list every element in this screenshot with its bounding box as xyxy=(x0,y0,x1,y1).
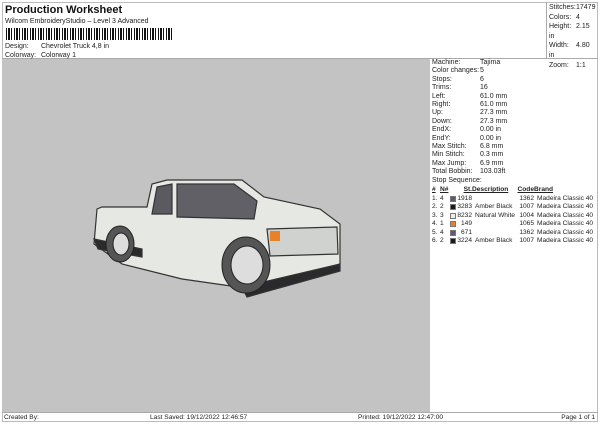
column-header: N# xyxy=(440,186,449,194)
stop-row: 5. 4 671 1362 Madeira Classic 40 xyxy=(432,228,594,236)
detail-row: Stops: 6 xyxy=(432,75,484,83)
detail-row: Machine: Tajima xyxy=(432,59,501,66)
detail-row: Min Stitch: 0.3 mm xyxy=(432,151,504,159)
summary-stats: Stitches:17479 Colors: 4 Height: 2.15 in Widt… xyxy=(546,2,598,69)
truck-embroidery-image xyxy=(93,179,341,298)
color-swatch xyxy=(450,212,456,219)
stop-row: 4. 1 149 1065 Madeira Classic 40 xyxy=(432,220,594,228)
page-title: Production Worksheet xyxy=(5,4,123,16)
detail-row: Max Jump: 6.9 mm xyxy=(432,159,504,167)
color-swatch xyxy=(450,204,456,211)
column-header: St. xyxy=(463,186,472,194)
column-header: Brand xyxy=(534,186,554,194)
column-header: Code xyxy=(517,186,534,194)
color-swatch xyxy=(450,221,456,228)
colorway-row: Colorway: Colorway 1 xyxy=(5,52,76,59)
stop-row: 3. 3 8232 Natural White 1004 Madeira Class… xyxy=(432,211,594,219)
worksheet-header: Production Worksheet Wilcom EmbroiderySt… xyxy=(2,2,546,59)
color-swatch xyxy=(450,238,456,245)
page-number: Page 1 of 1 xyxy=(561,414,595,421)
color-swatch xyxy=(450,195,456,202)
stop-sequence-label: Stop Sequence: xyxy=(432,176,482,184)
detail-row: Total Bobbin: 103.03ft xyxy=(432,168,506,176)
column-header: # xyxy=(432,186,436,194)
detail-row: EndY: 0.00 in xyxy=(432,134,502,142)
barcode xyxy=(6,28,172,40)
design-details-panel: Machine: Tajima Color changes:5 Stops: 6 Trim… xyxy=(430,59,598,412)
detail-row: Color changes:5 xyxy=(432,67,484,75)
stat-row: Height: 2.15 in xyxy=(549,23,590,40)
last-saved: Last Saved: 19/12/2022 12:46:57 xyxy=(150,414,248,421)
detail-row: Max Stitch: 6.8 mm xyxy=(432,143,504,151)
front-wheel xyxy=(221,236,271,294)
detail-row: Down: 27.3 mm xyxy=(432,117,508,125)
footer: Created By: Last Saved: 19/12/2022 12:46… xyxy=(2,412,598,422)
stop-row: 6. 2 3224 Amber Black 1007 Madeira Classic… xyxy=(432,237,594,245)
detail-row: Right: 61.0 mm xyxy=(432,101,508,109)
machine-details: Machine: Tajima Color changes:5 Stops: 6 Trim… xyxy=(432,59,596,177)
detail-row: Trims: 16 xyxy=(432,84,488,92)
color-swatch xyxy=(450,229,456,236)
detail-row: EndX: 0.00 in xyxy=(432,126,502,134)
stop-row: 2. 2 3283 Amber Black 1007 Madeira Classic… xyxy=(432,203,594,211)
colorway-name: Colorway 1 xyxy=(40,52,76,59)
stop-sequence-table: # N# St. Description Code Brand 1. 4 1918 1362… xyxy=(432,186,596,245)
design-row: Design: Chevrolet Truck 4,8 in xyxy=(5,43,110,50)
software-name: Wilcom EmbroideryStudio – Level 3 Advanc… xyxy=(5,18,149,25)
stat-row: Colors: 4 xyxy=(549,13,580,21)
design-name: Chevrolet Truck 4,8 in xyxy=(40,43,110,50)
printed-date: Printed: 19/12/2022 12:47:00 xyxy=(358,414,444,421)
rear-wheel xyxy=(105,225,135,263)
column-header: Description xyxy=(472,186,509,194)
stop-row: 1. 4 1918 1362 Madeira Classic 40 xyxy=(432,194,594,202)
stat-row: Stitches:17479 xyxy=(549,4,596,11)
created-by: Created By: xyxy=(4,414,39,421)
detail-row: Up: 27.3 mm xyxy=(432,109,508,117)
detail-row: Left: 61.0 mm xyxy=(432,92,508,100)
design-preview xyxy=(2,59,430,412)
stat-row: Width: 4.80 in xyxy=(549,42,590,59)
